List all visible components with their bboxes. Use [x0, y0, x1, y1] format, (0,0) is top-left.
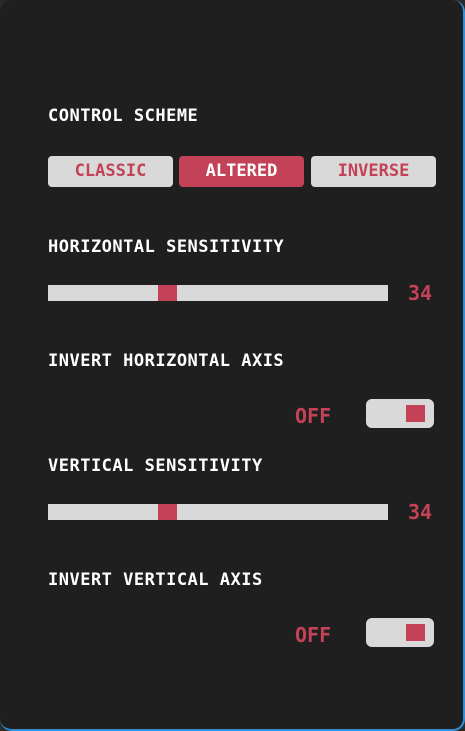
- invert-horizontal-toggle[interactable]: [366, 399, 434, 428]
- vertical-sensitivity-label: VERTICAL SENSITIVITY: [48, 456, 263, 476]
- invert-horizontal-state: OFF: [295, 404, 332, 428]
- control-scheme-selector: CLASSIC ALTERED INVERSE: [48, 156, 436, 187]
- horizontal-sensitivity-label: HORIZONTAL SENSITIVITY: [48, 237, 285, 257]
- scheme-classic-button[interactable]: CLASSIC: [48, 156, 173, 187]
- control-scheme-label: CONTROL SCHEME: [48, 106, 199, 126]
- scheme-altered-button[interactable]: ALTERED: [179, 156, 304, 187]
- vertical-sensitivity-thumb[interactable]: [158, 504, 177, 520]
- invert-vertical-toggle[interactable]: [366, 618, 434, 647]
- vertical-sensitivity-value: 34: [408, 500, 433, 524]
- settings-panel: CONTROL SCHEME CLASSIC ALTERED INVERSE H…: [0, 0, 465, 731]
- horizontal-sensitivity-value: 34: [408, 281, 433, 305]
- invert-horizontal-axis-label: INVERT HORIZONTAL AXIS: [48, 351, 285, 371]
- invert-vertical-state: OFF: [295, 623, 332, 647]
- invert-vertical-toggle-knob: [406, 624, 425, 641]
- horizontal-sensitivity-thumb[interactable]: [158, 285, 177, 301]
- vertical-sensitivity-slider[interactable]: [48, 504, 388, 520]
- invert-horizontal-toggle-knob: [406, 405, 425, 422]
- scheme-inverse-button[interactable]: INVERSE: [311, 156, 436, 187]
- horizontal-sensitivity-slider[interactable]: [48, 285, 388, 301]
- invert-vertical-axis-label: INVERT VERTICAL AXIS: [48, 570, 263, 590]
